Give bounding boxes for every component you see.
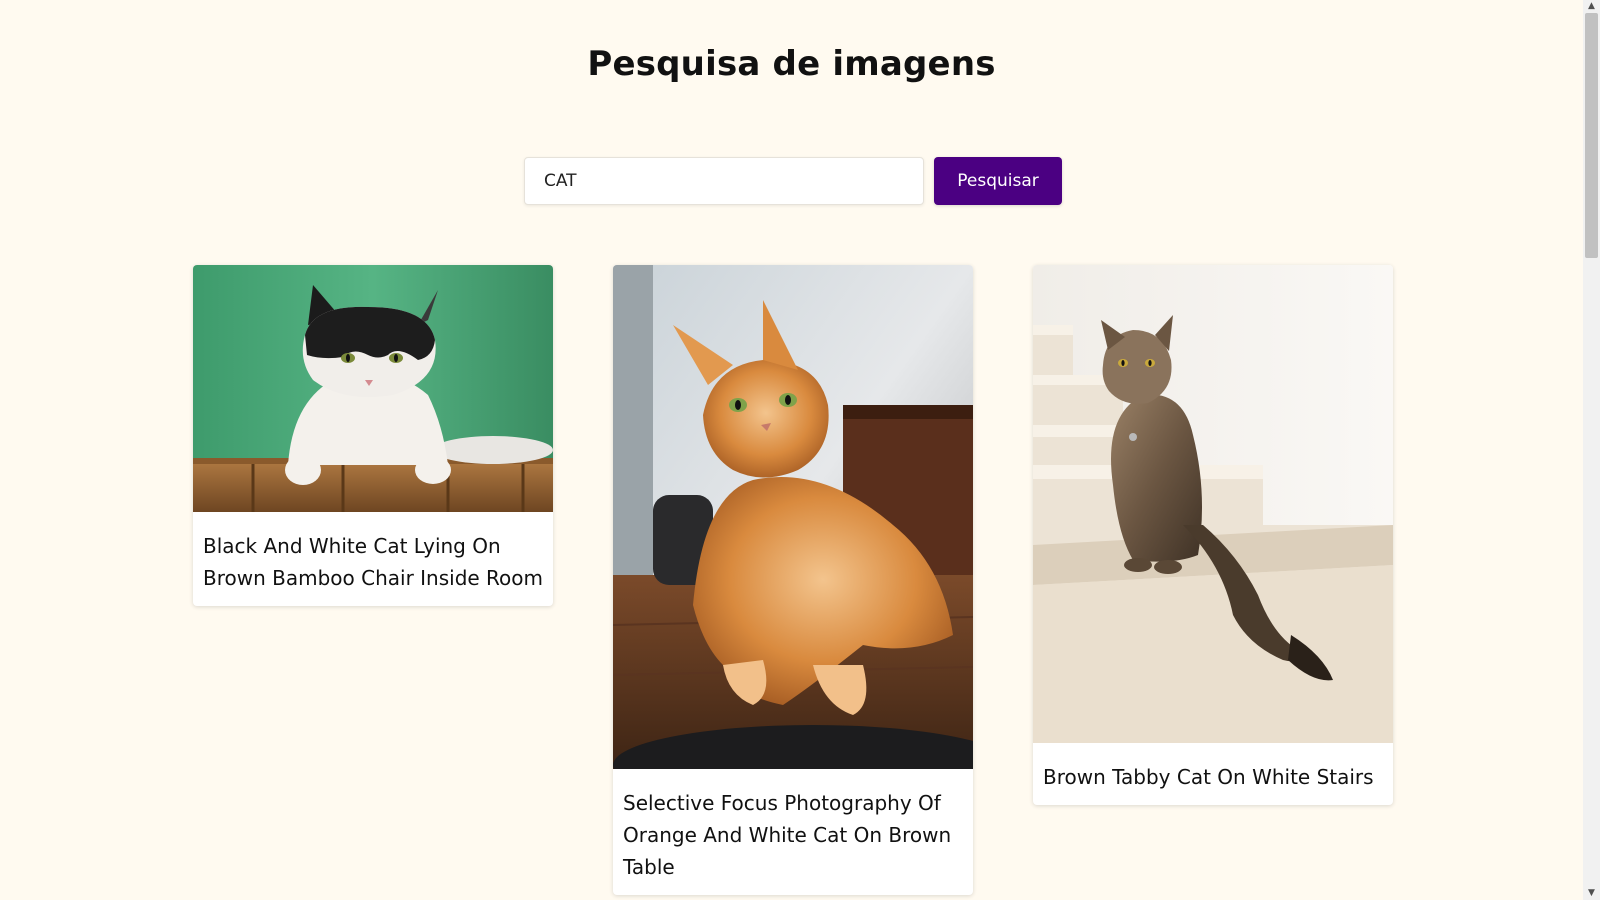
result-card[interactable]: Selective Focus Photography Of Orange An…	[613, 265, 973, 895]
result-image[interactable]	[613, 265, 973, 769]
page-title: Pesquisa de imagens	[587, 44, 996, 84]
cat-photo-tabby	[1033, 265, 1393, 743]
result-image[interactable]	[1033, 265, 1393, 743]
result-caption: Brown Tabby Cat On White Stairs	[1043, 765, 1374, 789]
result-caption: Black And White Cat Lying On Brown Bambo…	[203, 534, 544, 590]
page-scrollbar[interactable]: ▲ ▼	[1583, 0, 1600, 900]
result-card[interactable]: Brown Tabby Cat On White Stairs	[1033, 265, 1393, 805]
search-button[interactable]: Pesquisar	[934, 157, 1062, 205]
scrollbar-thumb[interactable]	[1585, 13, 1598, 258]
search-form: Pesquisar	[524, 157, 1062, 205]
chevron-up-icon[interactable]: ▲	[1583, 0, 1600, 13]
result-caption: Selective Focus Photography Of Orange An…	[623, 791, 952, 879]
search-input[interactable]	[524, 157, 924, 205]
result-image[interactable]	[193, 265, 553, 512]
cat-photo-bw	[193, 265, 553, 512]
chevron-down-icon[interactable]: ▼	[1583, 887, 1600, 900]
cat-photo-orange	[613, 265, 973, 769]
result-card[interactable]: Black And White Cat Lying On Brown Bambo…	[193, 265, 553, 606]
image-search-page: Pesquisa de imagens Pesquisar	[0, 0, 1583, 900]
